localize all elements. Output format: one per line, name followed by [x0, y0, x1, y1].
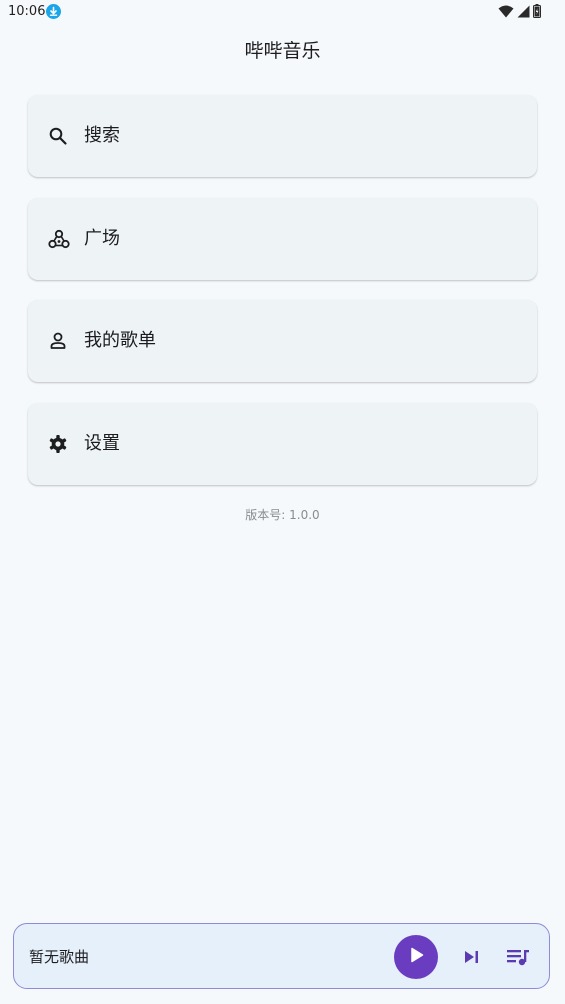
version-text: 版本号: 1.0.0 [245, 508, 320, 522]
menu-item-label: 我的歌单 [84, 330, 156, 351]
now-playing-title: 暂无歌曲 [29, 948, 90, 966]
menu-item-label: 搜索 [84, 125, 120, 146]
signal-icon [517, 3, 530, 22]
gear-icon [48, 434, 68, 454]
play-icon [406, 945, 426, 969]
status-bar: 10:06 [0, 0, 565, 24]
screen: 10:06 哔哔音乐 搜索 广场 我的歌单 设置 版本号: 1.0.0 暂无歌曲 [0, 0, 565, 1004]
community-icon [48, 229, 70, 249]
menu-item-plaza[interactable]: 广场 [28, 198, 537, 280]
play-button[interactable] [394, 935, 438, 979]
person-icon [48, 331, 68, 351]
status-icons [498, 3, 541, 22]
menu-item-my-playlists[interactable]: 我的歌单 [28, 300, 537, 382]
next-track-button[interactable] [460, 945, 484, 969]
skip-next-icon [460, 951, 484, 973]
battery-icon [533, 3, 541, 22]
playlist-queue-button[interactable] [505, 944, 531, 970]
menu-item-label: 广场 [84, 228, 120, 249]
queue-music-icon [505, 950, 531, 974]
status-time: 10:06 [8, 4, 46, 19]
wifi-icon [498, 3, 514, 22]
app-title: 哔哔音乐 [244, 40, 321, 62]
mini-player[interactable]: 暂无歌曲 [13, 923, 550, 989]
menu-item-settings[interactable]: 设置 [28, 403, 537, 485]
menu-item-label: 设置 [84, 433, 120, 454]
search-icon [48, 126, 68, 146]
menu-item-search[interactable]: 搜索 [28, 95, 537, 177]
download-notification-icon [46, 4, 61, 19]
